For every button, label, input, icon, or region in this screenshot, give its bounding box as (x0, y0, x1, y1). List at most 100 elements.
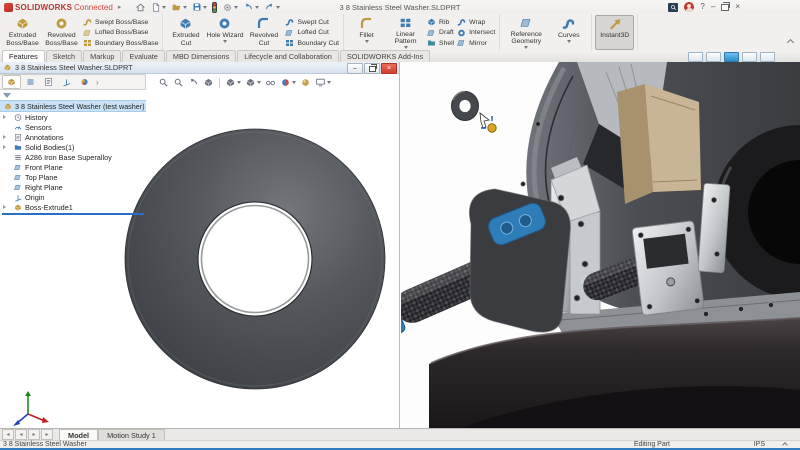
tree-item-annotations[interactable]: Annotations (0, 132, 146, 142)
tree-filter-row[interactable] (0, 90, 146, 100)
configurationmanager-tab[interactable] (40, 76, 57, 88)
apply-scene-button[interactable] (300, 77, 311, 88)
tree-item-origin[interactable]: Origin (0, 192, 146, 202)
curves-button[interactable]: Curves (549, 15, 588, 50)
fillet-button[interactable]: Fillet (347, 15, 386, 50)
tab-evaluate[interactable]: Evaluate (122, 50, 164, 62)
tile-button-1[interactable] (688, 52, 703, 62)
tile-button-4[interactable] (742, 52, 757, 62)
displaymanager-tab[interactable] (76, 76, 93, 88)
open-dropdown-icon[interactable] (183, 6, 187, 9)
status-units[interactable]: IPS (754, 441, 765, 448)
instant3d-button[interactable]: Instant3D (595, 15, 634, 50)
expand-icon[interactable] (3, 115, 6, 119)
featuremanager-tab[interactable] (2, 75, 21, 89)
tab-sketch[interactable]: Sketch (46, 50, 82, 62)
new-document-button[interactable] (149, 1, 168, 14)
fillet-dropdown-icon[interactable] (365, 40, 369, 43)
redo-dropdown-icon[interactable] (276, 6, 280, 9)
rollback-bar[interactable] (2, 213, 144, 215)
undo-dropdown-icon[interactable] (255, 6, 259, 9)
ribbon-collapse-icon[interactable] (788, 40, 794, 46)
undo-button[interactable] (241, 1, 261, 14)
restore-button[interactable] (721, 4, 729, 11)
hole-wizard-button[interactable]: Hole Wizard (205, 15, 244, 50)
rib-button[interactable]: Rib (426, 17, 454, 27)
menu-flyout-icon[interactable]: ▸ (118, 3, 122, 11)
assembly-viewport[interactable] (401, 62, 800, 428)
publish-traffic-light-button[interactable] (210, 1, 219, 14)
part-close-button[interactable]: × (381, 63, 397, 74)
close-button[interactable]: × (735, 2, 740, 12)
tab-features[interactable]: Features (2, 50, 45, 62)
expand-icon[interactable] (3, 205, 6, 209)
previous-view-button[interactable] (188, 77, 199, 88)
tab-solidworks-addins[interactable]: SOLIDWORKS Add-Ins (340, 50, 430, 62)
sheet-metal-bracket[interactable] (645, 84, 701, 192)
save-dropdown-icon[interactable] (203, 6, 207, 9)
section-view-button[interactable] (203, 77, 214, 88)
new-dropdown-icon[interactable] (162, 6, 166, 9)
view-orientation-button[interactable] (225, 77, 241, 88)
boundary-boss-base-button[interactable]: Boundary Boss/Base (82, 38, 158, 48)
tile-button-3-active[interactable] (724, 52, 739, 62)
display-style-dropdown-icon[interactable] (257, 81, 261, 84)
linear-pattern-dropdown-icon[interactable] (404, 46, 408, 49)
tile-button-2[interactable] (706, 52, 721, 62)
floating-washer[interactable] (452, 92, 479, 121)
zoom-to-area-button[interactable] (173, 77, 184, 88)
help-button[interactable]: ? (700, 2, 704, 12)
status-units-dropdown-icon[interactable] (783, 443, 788, 447)
curves-dropdown-icon[interactable] (567, 40, 571, 43)
wrap-button[interactable]: Wrap (456, 17, 495, 27)
lofted-boss-base-button[interactable]: Lofted Boss/Base (82, 28, 158, 38)
tree-item-right-plane[interactable]: Right Plane (0, 182, 146, 192)
tab-mbd-dimensions[interactable]: MBD Dimensions (166, 50, 236, 62)
search-commands-icon[interactable] (668, 3, 678, 12)
open-button[interactable] (169, 1, 189, 14)
appearance-dropdown-icon[interactable] (292, 81, 296, 84)
last-tab-button[interactable]: ▸ (41, 429, 53, 440)
tree-item-front-plane[interactable]: Front Plane (0, 162, 146, 172)
revolved-cut-button[interactable]: Revolved Cut (244, 15, 283, 50)
expand-icon[interactable] (3, 145, 6, 149)
home-button[interactable] (133, 1, 148, 14)
swept-boss-base-button[interactable]: Swept Boss/Base (82, 17, 158, 27)
clamp-block-right[interactable] (632, 221, 704, 316)
tree-item-boss-extrude1[interactable]: Boss-Extrude1 (0, 202, 146, 212)
tree-tabs-overflow-icon[interactable]: › (96, 78, 99, 87)
user-avatar[interactable] (684, 2, 694, 12)
tree-root-item[interactable]: 3 8 Stainless Steel Washer (test washer) (0, 100, 146, 112)
tile-button-5[interactable] (760, 52, 775, 62)
reference-geometry-button[interactable]: Reference Geometry (503, 15, 549, 50)
lofted-cut-button[interactable]: Lofted Cut (284, 28, 339, 38)
extruded-boss-base-button[interactable]: Extruded Boss/Base (3, 15, 42, 50)
hide-show-items-button[interactable] (265, 77, 276, 88)
edit-appearance-button[interactable] (280, 77, 296, 88)
grip-head[interactable] (469, 189, 570, 332)
view-settings-button[interactable] (315, 77, 331, 88)
reference-geometry-dropdown-icon[interactable] (524, 46, 528, 49)
boundary-cut-button[interactable]: Boundary Cut (284, 38, 339, 48)
linear-pattern-button[interactable]: Linear Pattern (386, 15, 425, 50)
zoom-to-fit-button[interactable] (158, 77, 169, 88)
shell-button[interactable]: Shell (426, 38, 454, 48)
options-dropdown-icon[interactable] (234, 6, 238, 9)
display-style-button[interactable] (245, 77, 261, 88)
part-restore-button[interactable] (364, 63, 380, 74)
tree-item-material[interactable]: A286 Iron Base Superalloy (0, 152, 146, 162)
hole-wizard-dropdown-icon[interactable] (223, 40, 227, 43)
dimxpertmanager-tab[interactable] (58, 76, 75, 88)
swept-cut-button[interactable]: Swept Cut (284, 17, 339, 27)
tree-item-top-plane[interactable]: Top Plane (0, 172, 146, 182)
tab-markup[interactable]: Markup (83, 50, 121, 62)
intersect-button[interactable]: Intersect (456, 28, 495, 38)
propertymanager-tab[interactable] (22, 76, 39, 88)
next-tab-button[interactable]: ▸ (28, 429, 40, 440)
revolved-boss-base-button[interactable]: Revolved Boss/Base (42, 15, 81, 50)
tab-model[interactable]: Model (59, 429, 98, 441)
redo-button[interactable] (262, 1, 282, 14)
mirror-button[interactable]: Mirror (456, 38, 495, 48)
app-logo[interactable]: SOLIDWORKS Connected ▸ (0, 3, 125, 12)
save-button[interactable] (190, 1, 209, 13)
